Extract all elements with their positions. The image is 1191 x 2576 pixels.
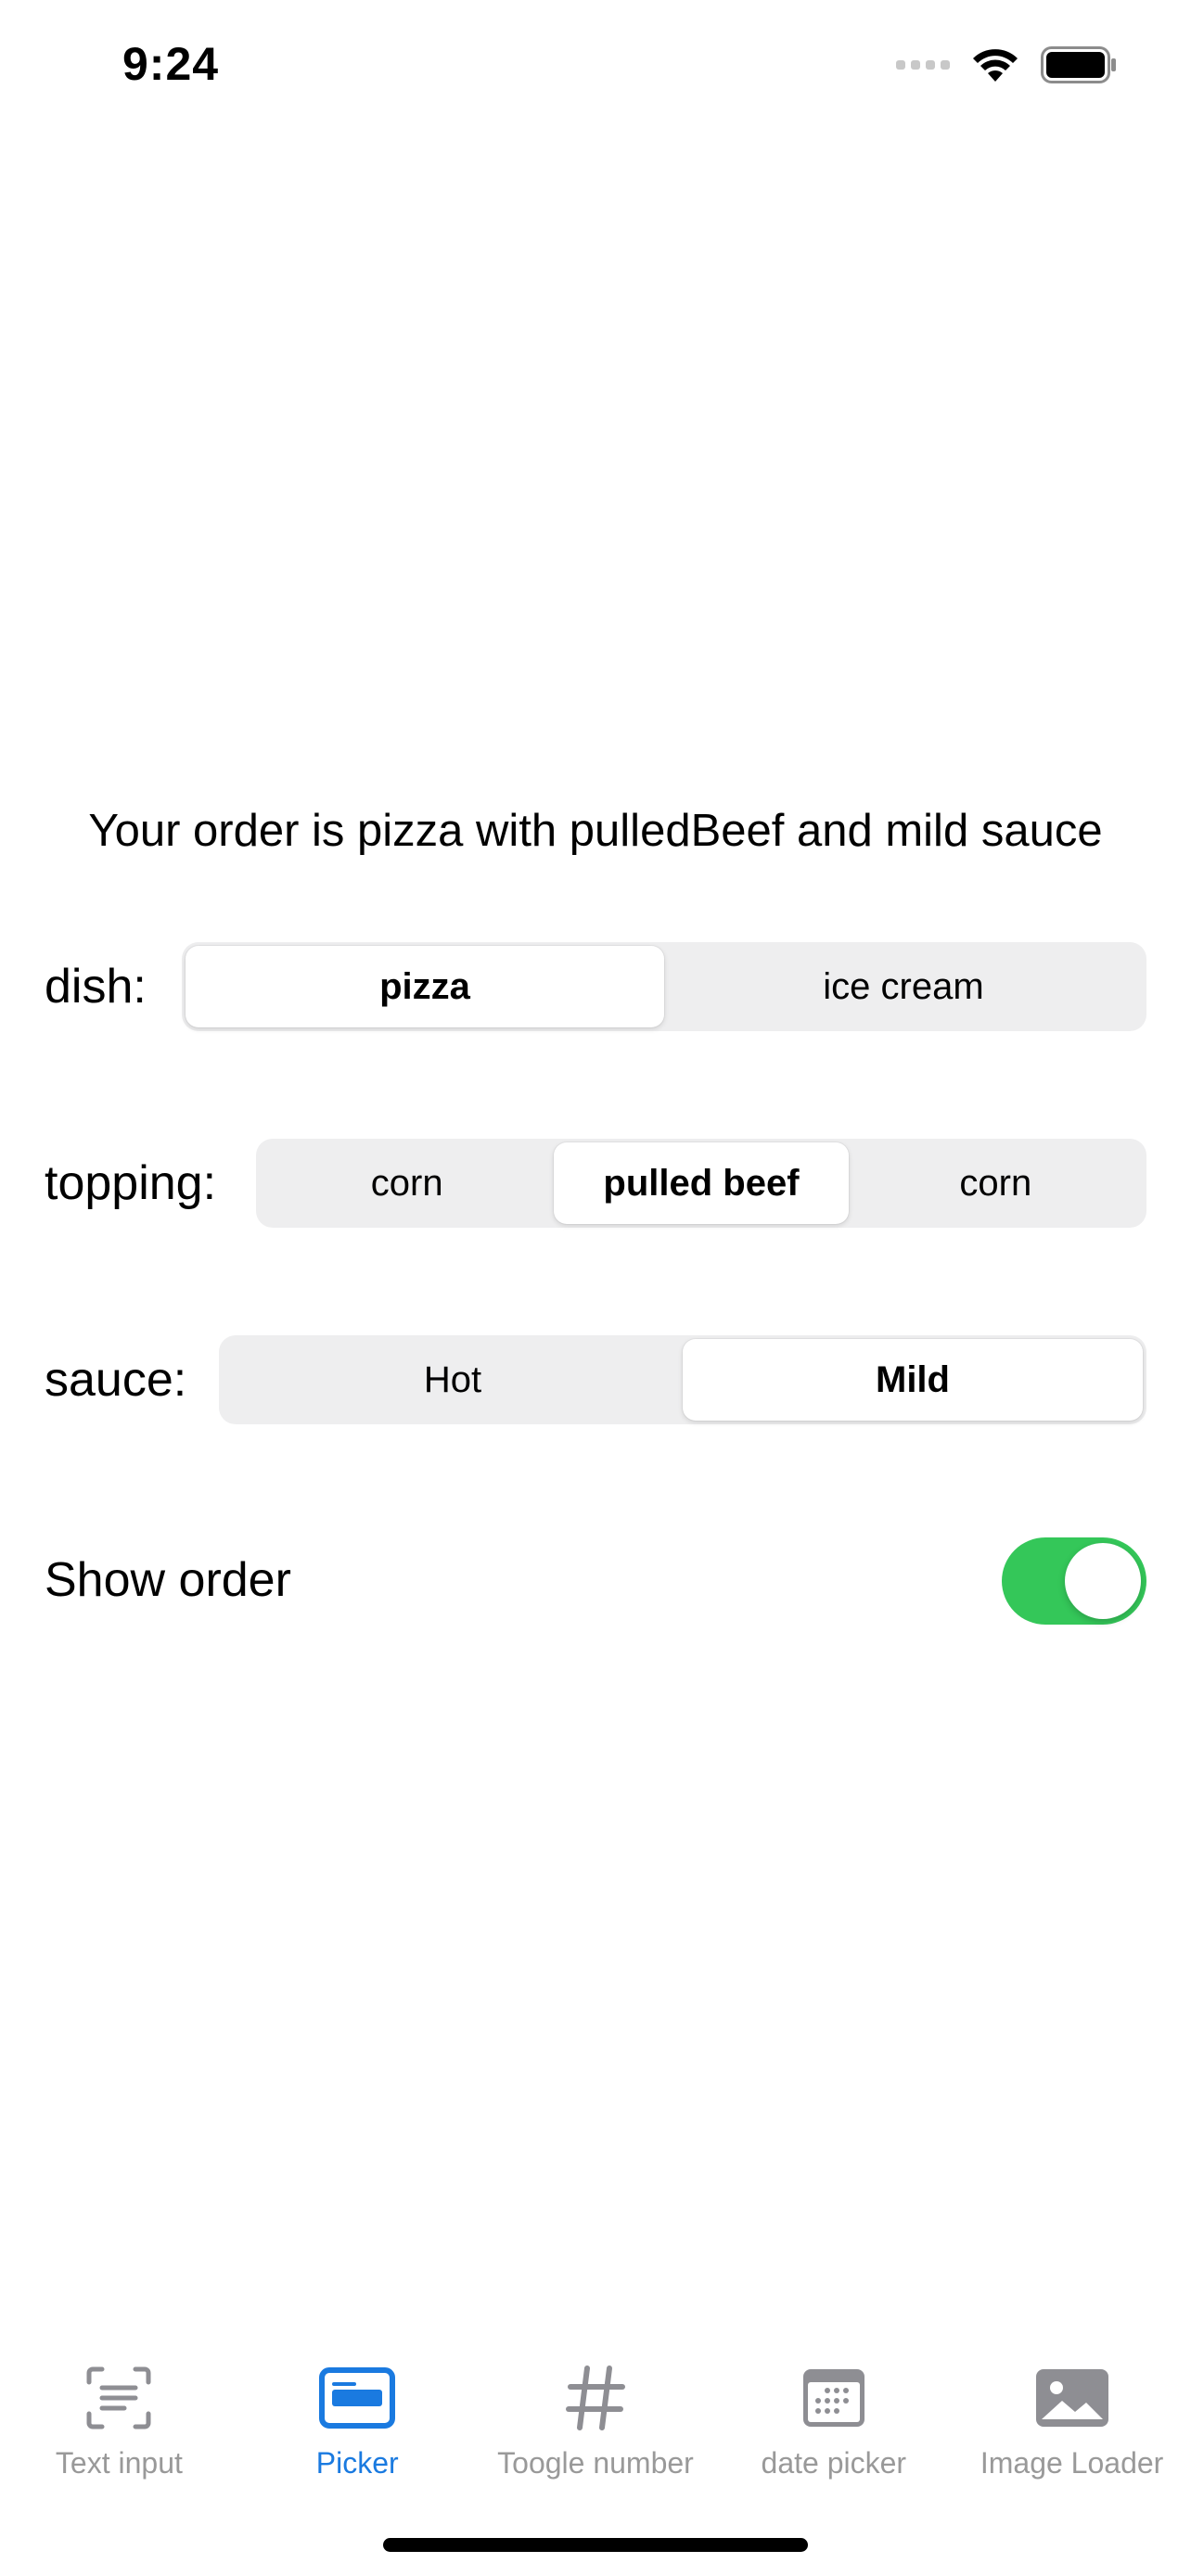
show-order-label: Show order <box>45 1553 291 1607</box>
tab-text-input[interactable]: Text input <box>0 2346 238 2494</box>
topping-option-corn[interactable]: corn <box>260 1142 554 1224</box>
tab-image-loader[interactable]: Image Loader <box>953 2346 1191 2494</box>
dish-option-ice-cream[interactable]: ice cream <box>664 946 1143 1027</box>
toggle-knob <box>1065 1543 1141 1619</box>
sauce-label: sauce: <box>45 1353 187 1407</box>
tab-label: Picker <box>315 2446 399 2480</box>
sauce-row: sauce: Hot Mild <box>45 1335 1146 1424</box>
screen: 9:24 Your order is pizza with pulledBeef… <box>0 0 1191 2576</box>
photo-icon <box>1034 2363 1110 2433</box>
home-indicator[interactable] <box>383 2538 808 2552</box>
text-scan-icon <box>85 2363 152 2433</box>
sauce-option-mild[interactable]: Mild <box>683 1339 1143 1421</box>
tab-label: Image Loader <box>980 2446 1164 2480</box>
show-order-row: Show order <box>45 1536 1146 1625</box>
order-summary: Your order is pizza with pulledBeef and … <box>88 806 1103 856</box>
tab-label: date picker <box>761 2446 907 2480</box>
dish-option-pizza[interactable]: pizza <box>186 946 664 1027</box>
tab-picker[interactable]: Picker <box>238 2346 477 2494</box>
tab-bar: Text input Picker Toogle number date pic… <box>0 2346 1191 2494</box>
number-sign-icon <box>565 2363 626 2433</box>
topping-row: topping: corn pulled beef corn <box>45 1139 1146 1228</box>
status-icons <box>896 46 1117 83</box>
topping-option-pulled-beef[interactable]: pulled beef <box>554 1142 849 1224</box>
dish-label: dish: <box>45 960 147 1014</box>
sauce-option-hot[interactable]: Hot <box>223 1339 683 1421</box>
tab-label: Text input <box>55 2446 183 2480</box>
dish-segmented-control: pizza ice cream <box>182 942 1146 1031</box>
wifi-icon <box>973 49 1018 82</box>
cellular-signal-icon <box>896 60 950 70</box>
dish-row: dish: pizza ice cream <box>45 942 1146 1031</box>
status-time: 9:24 <box>122 38 220 90</box>
tab-date-picker[interactable]: date picker <box>714 2346 953 2494</box>
battery-icon <box>1041 46 1116 83</box>
sauce-segmented-control: Hot Mild <box>219 1335 1146 1424</box>
show-order-toggle[interactable] <box>1002 1537 1146 1625</box>
picker-icon <box>319 2363 396 2433</box>
topping-option-corn-2[interactable]: corn <box>849 1142 1143 1224</box>
topping-label: topping: <box>45 1156 217 1210</box>
tab-label: Toogle number <box>497 2446 694 2480</box>
calendar-icon <box>801 2363 866 2433</box>
topping-segmented-control: corn pulled beef corn <box>256 1139 1146 1228</box>
tab-toogle-number[interactable]: Toogle number <box>477 2346 715 2494</box>
